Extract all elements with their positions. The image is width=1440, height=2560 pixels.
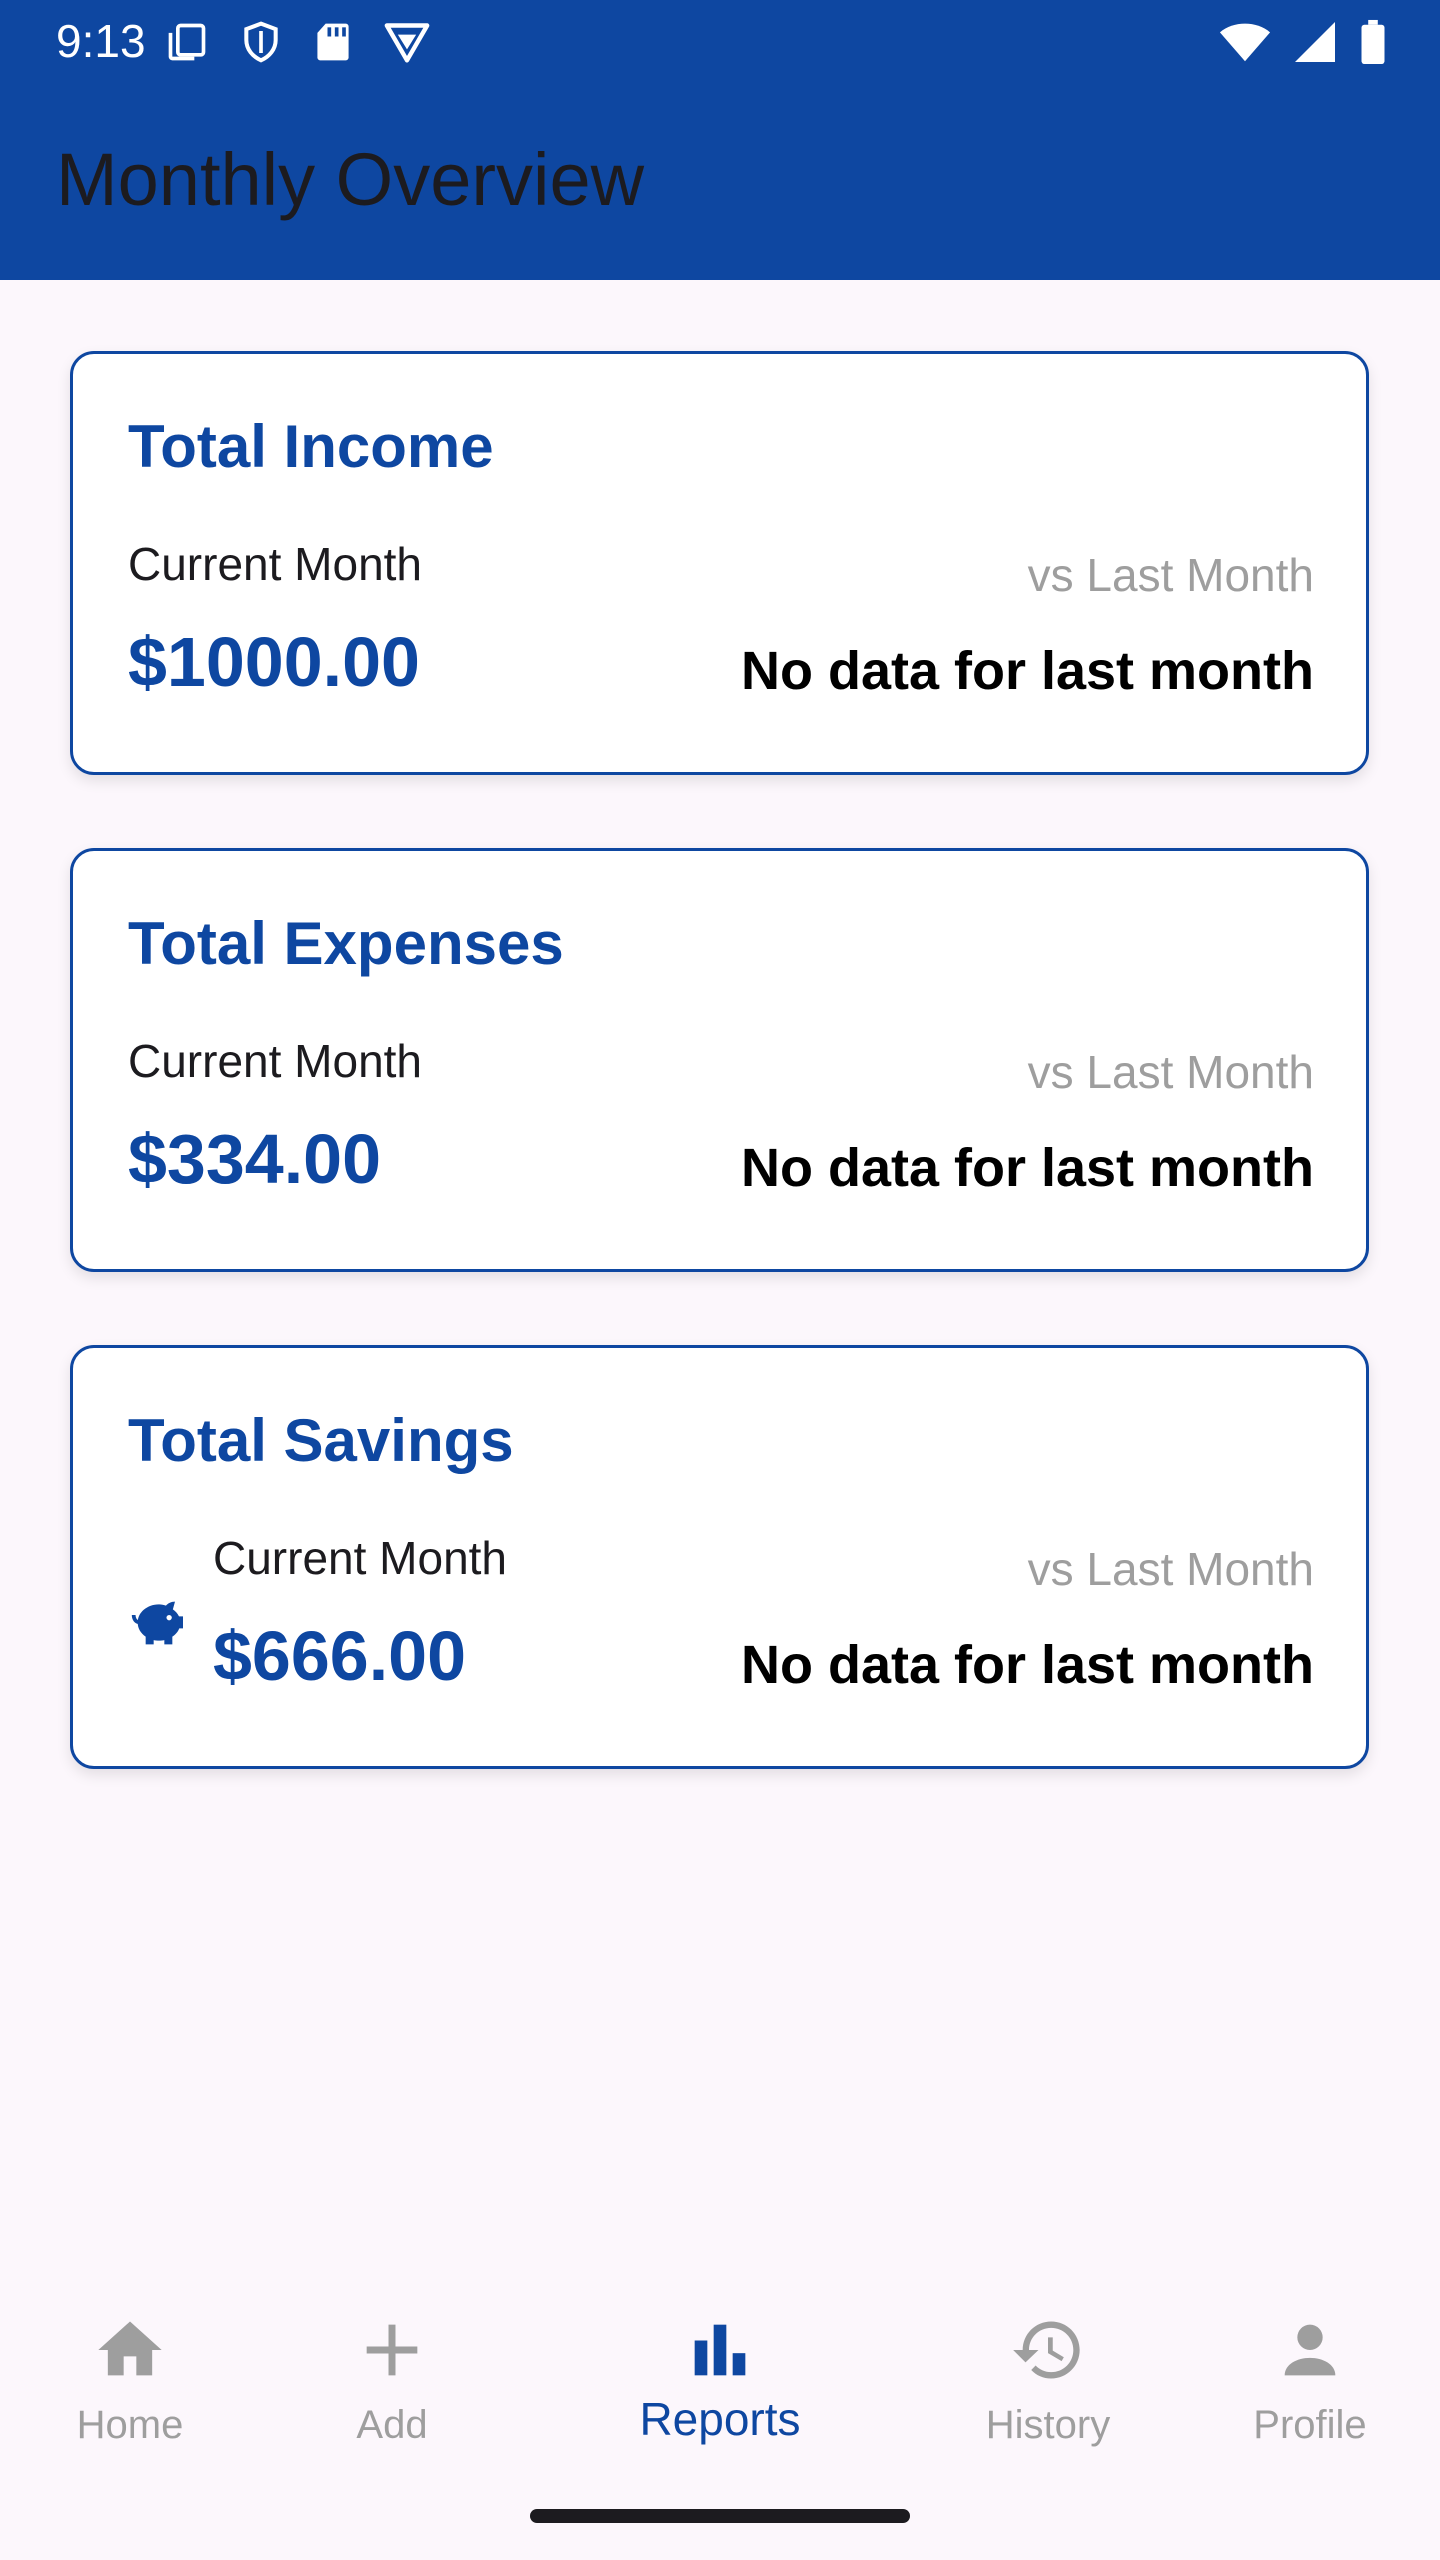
current-month-label: Current Month (128, 538, 423, 590)
shield-icon (239, 20, 283, 64)
current-month-label: Current Month (213, 1532, 508, 1584)
plus-icon (352, 2310, 432, 2390)
card-title: Total Income (128, 413, 494, 480)
vs-last-month-label: vs Last Month (1027, 1046, 1314, 1098)
piggy-bank-icon (127, 1591, 191, 1655)
nav-item-home[interactable]: Home (20, 2310, 240, 2490)
nav-label: Home (76, 2403, 184, 2447)
last-month-comparison: No data for last month (740, 1635, 1314, 1695)
nav-item-reports[interactable]: Reports (610, 2310, 830, 2490)
last-month-comparison: No data for last month (740, 1138, 1314, 1198)
cellular-signal-icon (1292, 20, 1338, 64)
home-indicator[interactable] (530, 2509, 910, 2523)
nav-label: Reports (639, 2393, 801, 2445)
savings-card: Total Savings Current Month $666.00 vs L… (70, 1345, 1369, 1769)
page-title: Monthly Overview (56, 138, 645, 221)
status-notification-icons (165, 18, 431, 66)
card-title: Total Expenses (128, 910, 564, 977)
nav-item-history[interactable]: History (938, 2310, 1158, 2490)
sd-card-icon (313, 20, 353, 64)
home-icon (90, 2310, 170, 2390)
current-month-value: $334.00 (128, 1120, 382, 1198)
bar-chart-icon (680, 2310, 760, 2390)
current-month-value: $666.00 (213, 1617, 467, 1695)
income-card: Total Income Current Month $1000.00 vs L… (70, 351, 1369, 775)
nav-label: Add (356, 2403, 428, 2447)
nav-item-add[interactable]: Add (282, 2310, 502, 2490)
status-time: 9:13 (56, 15, 146, 67)
top-app-bar: 9:13 Monthly Overview (0, 0, 1440, 280)
current-month-value: $1000.00 (128, 623, 420, 701)
nav-label: History (985, 2403, 1111, 2447)
wifi-icon (1218, 20, 1272, 64)
person-icon (1270, 2310, 1350, 2390)
status-system-icons (1218, 18, 1388, 66)
screenshot-icon (165, 20, 209, 64)
app-root: 9:13 Monthly Overview Total Income Curre… (0, 0, 1440, 2560)
vs-last-month-label: vs Last Month (1027, 549, 1314, 601)
vpn-icon (383, 20, 431, 64)
battery-icon (1358, 19, 1388, 65)
nav-label: Profile (1253, 2403, 1367, 2447)
card-title: Total Savings (128, 1407, 514, 1474)
expenses-card: Total Expenses Current Month $334.00 vs … (70, 848, 1369, 1272)
nav-item-profile[interactable]: Profile (1200, 2310, 1420, 2490)
vs-last-month-label: vs Last Month (1027, 1543, 1314, 1595)
history-icon (1008, 2310, 1088, 2390)
status-bar: 9:13 (0, 0, 1440, 82)
last-month-comparison: No data for last month (740, 641, 1314, 701)
current-month-label: Current Month (128, 1035, 423, 1087)
